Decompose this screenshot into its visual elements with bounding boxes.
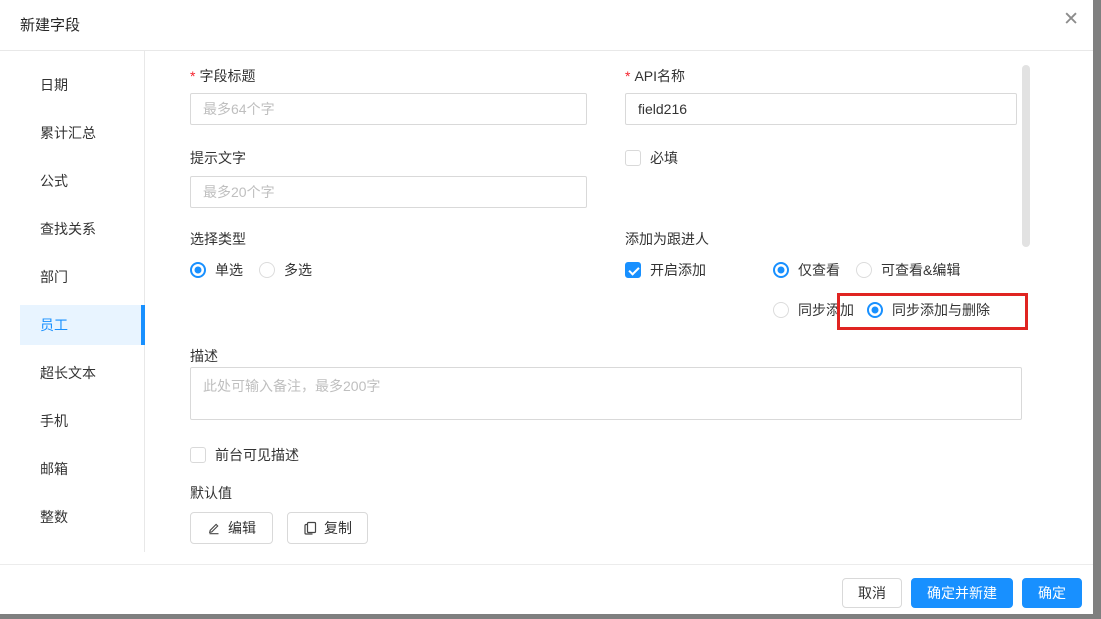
sidebar-item-email[interactable]: 邮箱: [20, 449, 144, 489]
description-textarea[interactable]: [190, 367, 1022, 420]
copy-icon: [303, 521, 317, 535]
sidebar-item-long-text[interactable]: 超长文本: [20, 353, 144, 393]
sidebar-item-employee[interactable]: 员工: [20, 305, 144, 345]
default-value-label: 默认值: [190, 485, 232, 501]
sidebar-item-formula[interactable]: 公式: [20, 161, 144, 201]
required-asterisk: *: [190, 68, 195, 84]
confirm-and-new-button[interactable]: 确定并新建: [911, 578, 1013, 608]
api-name-input[interactable]: [625, 93, 1017, 125]
view-only-radio[interactable]: [773, 262, 789, 278]
edit-default-button[interactable]: 编辑: [190, 512, 273, 544]
cancel-button[interactable]: 取消: [842, 578, 902, 608]
dialog-body: 日期 累计汇总 公式 查找关系 部门 员工 超长文本 手机 邮箱 整数 *字段标…: [0, 51, 1093, 564]
sidebar-item-lookup-relation[interactable]: 查找关系: [20, 209, 144, 249]
sync-add-radio[interactable]: [773, 302, 789, 318]
field-type-sidebar: 日期 累计汇总 公式 查找关系 部门 员工 超长文本 手机 邮箱 整数: [0, 51, 145, 552]
view-and-edit-radio[interactable]: [856, 262, 872, 278]
single-select-radio[interactable]: [190, 262, 206, 278]
sidebar-item-integer[interactable]: 整数: [20, 497, 144, 537]
form-panel: *字段标题 *API名称 提示文字 必填 选择类型 添加为跟进人 单选: [146, 51, 1093, 564]
new-field-dialog: 新建字段 ✕ 日期 累计汇总 公式 查找关系 部门 员工 超长文本 手机 邮箱 …: [0, 0, 1093, 614]
sync-add-delete-option[interactable]: 同步添加与删除: [867, 300, 990, 320]
sidebar-item-department[interactable]: 部门: [20, 257, 144, 297]
pencil-icon: [207, 521, 221, 535]
view-and-edit-option[interactable]: 可查看&编辑: [856, 260, 960, 280]
select-type-label: 选择类型: [190, 231, 246, 247]
field-title-input[interactable]: [190, 93, 587, 125]
required-checkbox[interactable]: [625, 150, 641, 166]
hint-text-input[interactable]: [190, 176, 587, 208]
scrollbar-thumb[interactable]: [1022, 65, 1030, 247]
required-asterisk: *: [625, 68, 630, 84]
select-type-options: 单选 多选: [190, 260, 312, 280]
description-label: 描述: [190, 348, 218, 364]
required-checkbox-option[interactable]: 必填: [625, 148, 678, 168]
enable-add-option[interactable]: 开启添加: [625, 260, 706, 280]
view-only-option[interactable]: 仅查看: [773, 260, 840, 280]
sync-add-delete-radio[interactable]: [867, 302, 883, 318]
dialog-header: 新建字段 ✕: [0, 0, 1093, 51]
copy-default-button[interactable]: 复制: [287, 512, 368, 544]
hint-text-label: 提示文字: [190, 150, 246, 166]
sync-add-option[interactable]: 同步添加: [773, 300, 854, 320]
api-name-label: *API名称: [625, 68, 685, 84]
required-checkbox-label: 必填: [650, 148, 678, 168]
dialog-title: 新建字段: [20, 14, 80, 35]
single-select-option[interactable]: 单选: [190, 260, 243, 280]
front-visible-option[interactable]: 前台可见描述: [190, 445, 299, 465]
sidebar-item-date[interactable]: 日期: [20, 65, 144, 105]
sidebar-item-mobile[interactable]: 手机: [20, 401, 144, 441]
close-icon[interactable]: ✕: [1063, 10, 1079, 29]
enable-add-checkbox[interactable]: [625, 262, 641, 278]
multi-select-option[interactable]: 多选: [259, 260, 312, 280]
field-title-label: *字段标题: [190, 68, 255, 84]
dialog-footer: 取消 确定并新建 确定: [0, 564, 1093, 614]
front-visible-checkbox[interactable]: [190, 447, 206, 463]
follower-label: 添加为跟进人: [625, 231, 709, 247]
sidebar-item-rollup-summary[interactable]: 累计汇总: [20, 113, 144, 153]
multi-select-radio[interactable]: [259, 262, 275, 278]
confirm-button[interactable]: 确定: [1022, 578, 1082, 608]
